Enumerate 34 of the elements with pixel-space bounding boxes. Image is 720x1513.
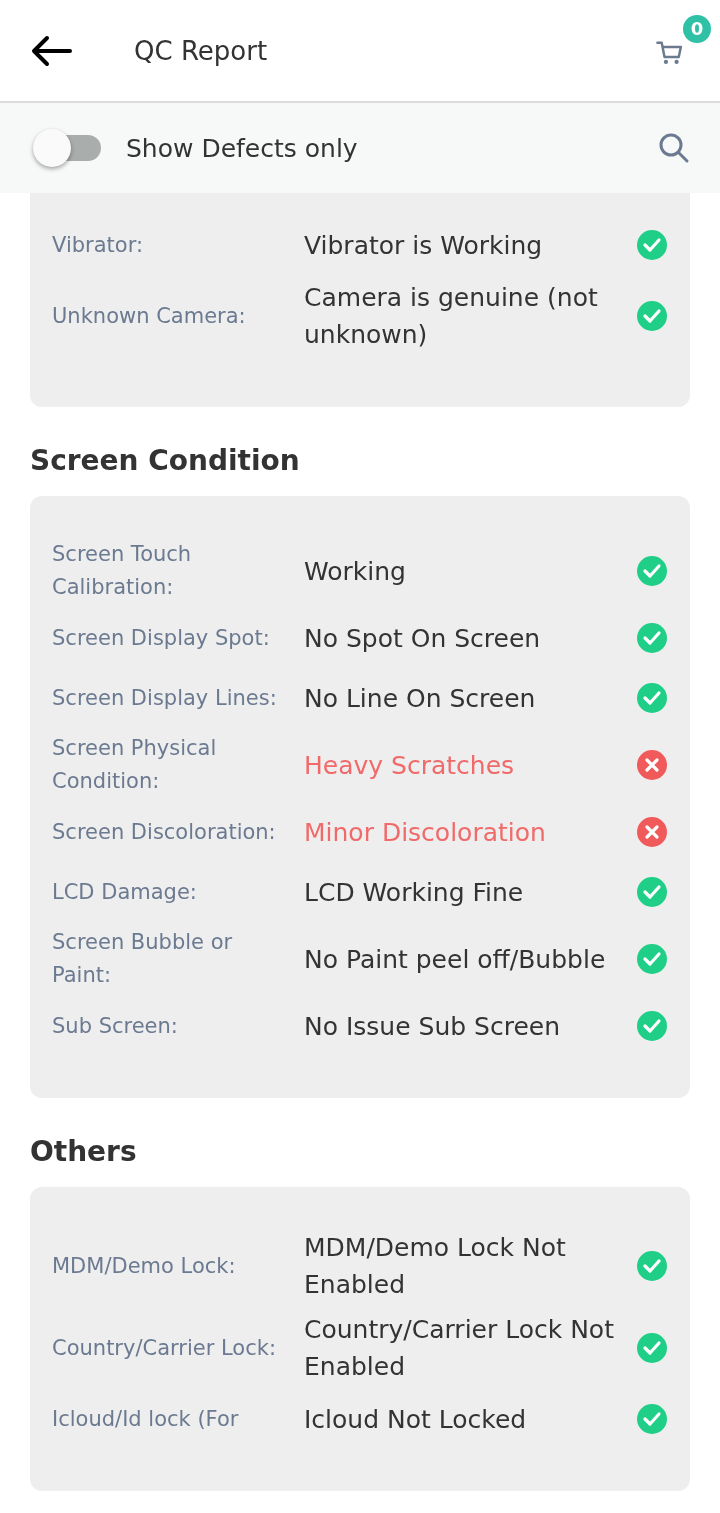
field-label: LCD Damage: xyxy=(52,878,198,906)
back-arrow-icon[interactable] xyxy=(30,34,72,67)
field-label: Screen Bubble or Paint: xyxy=(52,929,234,989)
field-value: Country/Carrier Lock Not Enabled xyxy=(304,1314,615,1383)
field-value: Minor Discoloration xyxy=(304,816,547,849)
field-value: Icloud Not Locked xyxy=(304,1403,528,1436)
field-value: MDM/Demo Lock Not Enabled xyxy=(304,1232,567,1301)
field-label: MDM/Demo Lock: xyxy=(52,1252,237,1280)
field-value: Heavy Scratches xyxy=(304,749,516,782)
field-value: No Line On Screen xyxy=(304,682,537,715)
cart-count-badge: 0 xyxy=(683,14,711,43)
field-value: Working xyxy=(304,555,407,588)
toggle-switch[interactable] xyxy=(33,129,101,167)
field-value: LCD Working Fine xyxy=(304,876,525,909)
field-value: No Paint peel off/Bubble xyxy=(304,943,607,976)
field-label: Vibrator: xyxy=(52,231,144,259)
field-label: Screen Display Spot: xyxy=(52,624,271,652)
field-label: Country/Carrier Lock: xyxy=(52,1334,277,1362)
field-value: Camera is genuine (not unknown) xyxy=(304,282,599,351)
search-icon[interactable] xyxy=(658,132,690,164)
field-label: Sub Screen: xyxy=(52,1012,179,1040)
section-heading: Screen Condition xyxy=(30,443,301,479)
field-value: No Spot On Screen xyxy=(304,622,542,655)
field-label: Screen Discoloration: xyxy=(52,818,277,846)
field-value: No Issue Sub Screen xyxy=(304,1010,562,1043)
section-heading: Others xyxy=(30,1134,138,1170)
field-label: Screen Physical Condition: xyxy=(52,735,218,795)
field-value: Vibrator is Working xyxy=(304,229,544,262)
field-label: Screen Display Lines: xyxy=(52,684,278,712)
page-title: QC Report xyxy=(134,35,269,66)
field-label: Screen Touch Calibration: xyxy=(52,541,193,601)
field-label: Icloud/Id lock (For xyxy=(52,1405,240,1433)
field-label: Unknown Camera: xyxy=(52,302,247,330)
toggle-label: Show Defects only xyxy=(126,133,359,163)
